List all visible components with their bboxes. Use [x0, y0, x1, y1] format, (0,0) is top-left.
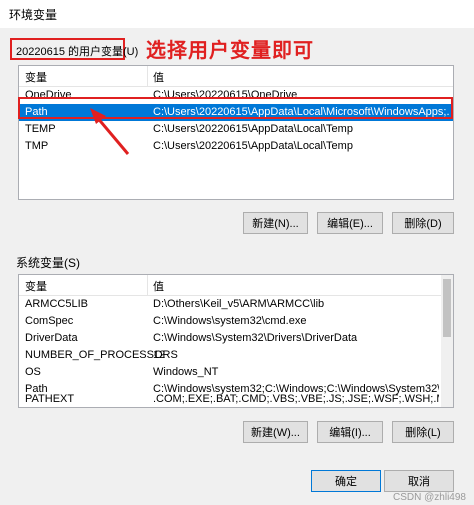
table-row[interactable]: NUMBER_OF_PROCESSORS 12 — [19, 347, 441, 364]
watermark: CSDN @zhli498 — [393, 492, 466, 503]
environment-variables-dialog: 环境变量 20220615 的用户变量(U) 选择用户变量即可 变量 值 One… — [0, 0, 474, 505]
user-new-button[interactable]: 新建(N)... — [243, 212, 308, 234]
row-name: TEMP — [25, 123, 56, 135]
table-row-selected[interactable]: Path C:\Users\20220615\AppData\Local\Mic… — [19, 104, 453, 121]
scrollbar-thumb[interactable] — [443, 279, 451, 337]
system-vars-header: 变量 值 — [19, 275, 441, 296]
table-row[interactable]: DriverData C:\Windows\System32\Drivers\D… — [19, 330, 441, 347]
table-row[interactable]: PATHEXT .COM;.EXE;.BAT;.CMD;.VBS;.VBE;.J… — [19, 391, 441, 407]
table-row[interactable]: OneDrive C:\Users\20220615\OneDrive — [19, 87, 453, 104]
row-name: DriverData — [25, 332, 78, 344]
row-value: C:\Users\20220615\AppData\Local\Temp — [153, 123, 353, 135]
table-row[interactable]: TMP C:\Users\20220615\AppData\Local\Temp — [19, 138, 453, 155]
user-delete-button[interactable]: 删除(D) — [392, 212, 454, 234]
row-value: .COM;.EXE;.BAT;.CMD;.VBS;.VBE;.JS;.JSE;.… — [153, 393, 439, 405]
user-vars-list[interactable]: 变量 值 OneDrive C:\Users\20220615\OneDrive… — [18, 65, 454, 200]
user-vars-label-highlight: 20220615 的用户变量(U) — [10, 38, 138, 60]
cancel-button[interactable]: 取消 — [384, 470, 454, 492]
row-name: OS — [25, 366, 41, 378]
window-title: 环境变量 — [9, 8, 58, 22]
user-vars-label: 20220615 的用户变量(U) — [16, 46, 139, 58]
table-row[interactable]: ARMCC5LIB D:\Others\Keil_v5\ARM\ARMCC\li… — [19, 296, 441, 313]
system-new-button[interactable]: 新建(W)... — [243, 421, 308, 443]
row-value: C:\Users\20220615\OneDrive — [153, 89, 298, 101]
user-vars-header: 变量 值 — [19, 66, 453, 87]
column-header-value[interactable]: 值 — [153, 278, 164, 294]
row-name: PATHEXT — [25, 393, 75, 405]
system-vars-label: 系统变量(S) — [16, 256, 80, 270]
table-row[interactable]: TEMP C:\Users\20220615\AppData\Local\Tem… — [19, 121, 453, 138]
row-value: C:\Windows\System32\Drivers\DriverData — [153, 332, 358, 344]
row-value: C:\Users\20220615\AppData\Local\Microsof… — [153, 106, 449, 118]
system-vars-list[interactable]: 变量 值 ARMCC5LIB D:\Others\Keil_v5\ARM\ARM… — [18, 274, 454, 408]
column-header-value[interactable]: 值 — [153, 69, 164, 85]
system-vars-scrollbar[interactable] — [441, 275, 453, 407]
column-header-variable[interactable]: 变量 — [25, 278, 47, 294]
row-name: OneDrive — [25, 89, 72, 101]
table-row[interactable]: OS Windows_NT — [19, 364, 441, 381]
row-value: D:\Others\Keil_v5\ARM\ARMCC\lib — [153, 298, 325, 310]
row-value: C:\Users\20220615\AppData\Local\Temp — [153, 140, 353, 152]
row-value: C:\Windows\system32\cmd.exe — [153, 315, 307, 327]
row-value: 12 — [153, 349, 166, 361]
row-value: Windows_NT — [153, 366, 219, 378]
row-name: ARMCC5LIB — [25, 298, 88, 310]
column-header-variable[interactable]: 变量 — [25, 69, 47, 85]
system-delete-button[interactable]: 删除(L) — [392, 421, 454, 443]
user-edit-button[interactable]: 编辑(E)... — [317, 212, 383, 234]
system-edit-button[interactable]: 编辑(I)... — [317, 421, 383, 443]
row-name: Path — [25, 106, 48, 118]
table-row[interactable]: ComSpec C:\Windows\system32\cmd.exe — [19, 313, 441, 330]
ok-button[interactable]: 确定 — [311, 470, 381, 492]
annotation-text: 选择用户变量即可 — [146, 40, 314, 62]
title-bar: 环境变量 — [0, 0, 474, 28]
row-name: ComSpec — [25, 315, 74, 327]
row-name: TMP — [25, 140, 49, 152]
